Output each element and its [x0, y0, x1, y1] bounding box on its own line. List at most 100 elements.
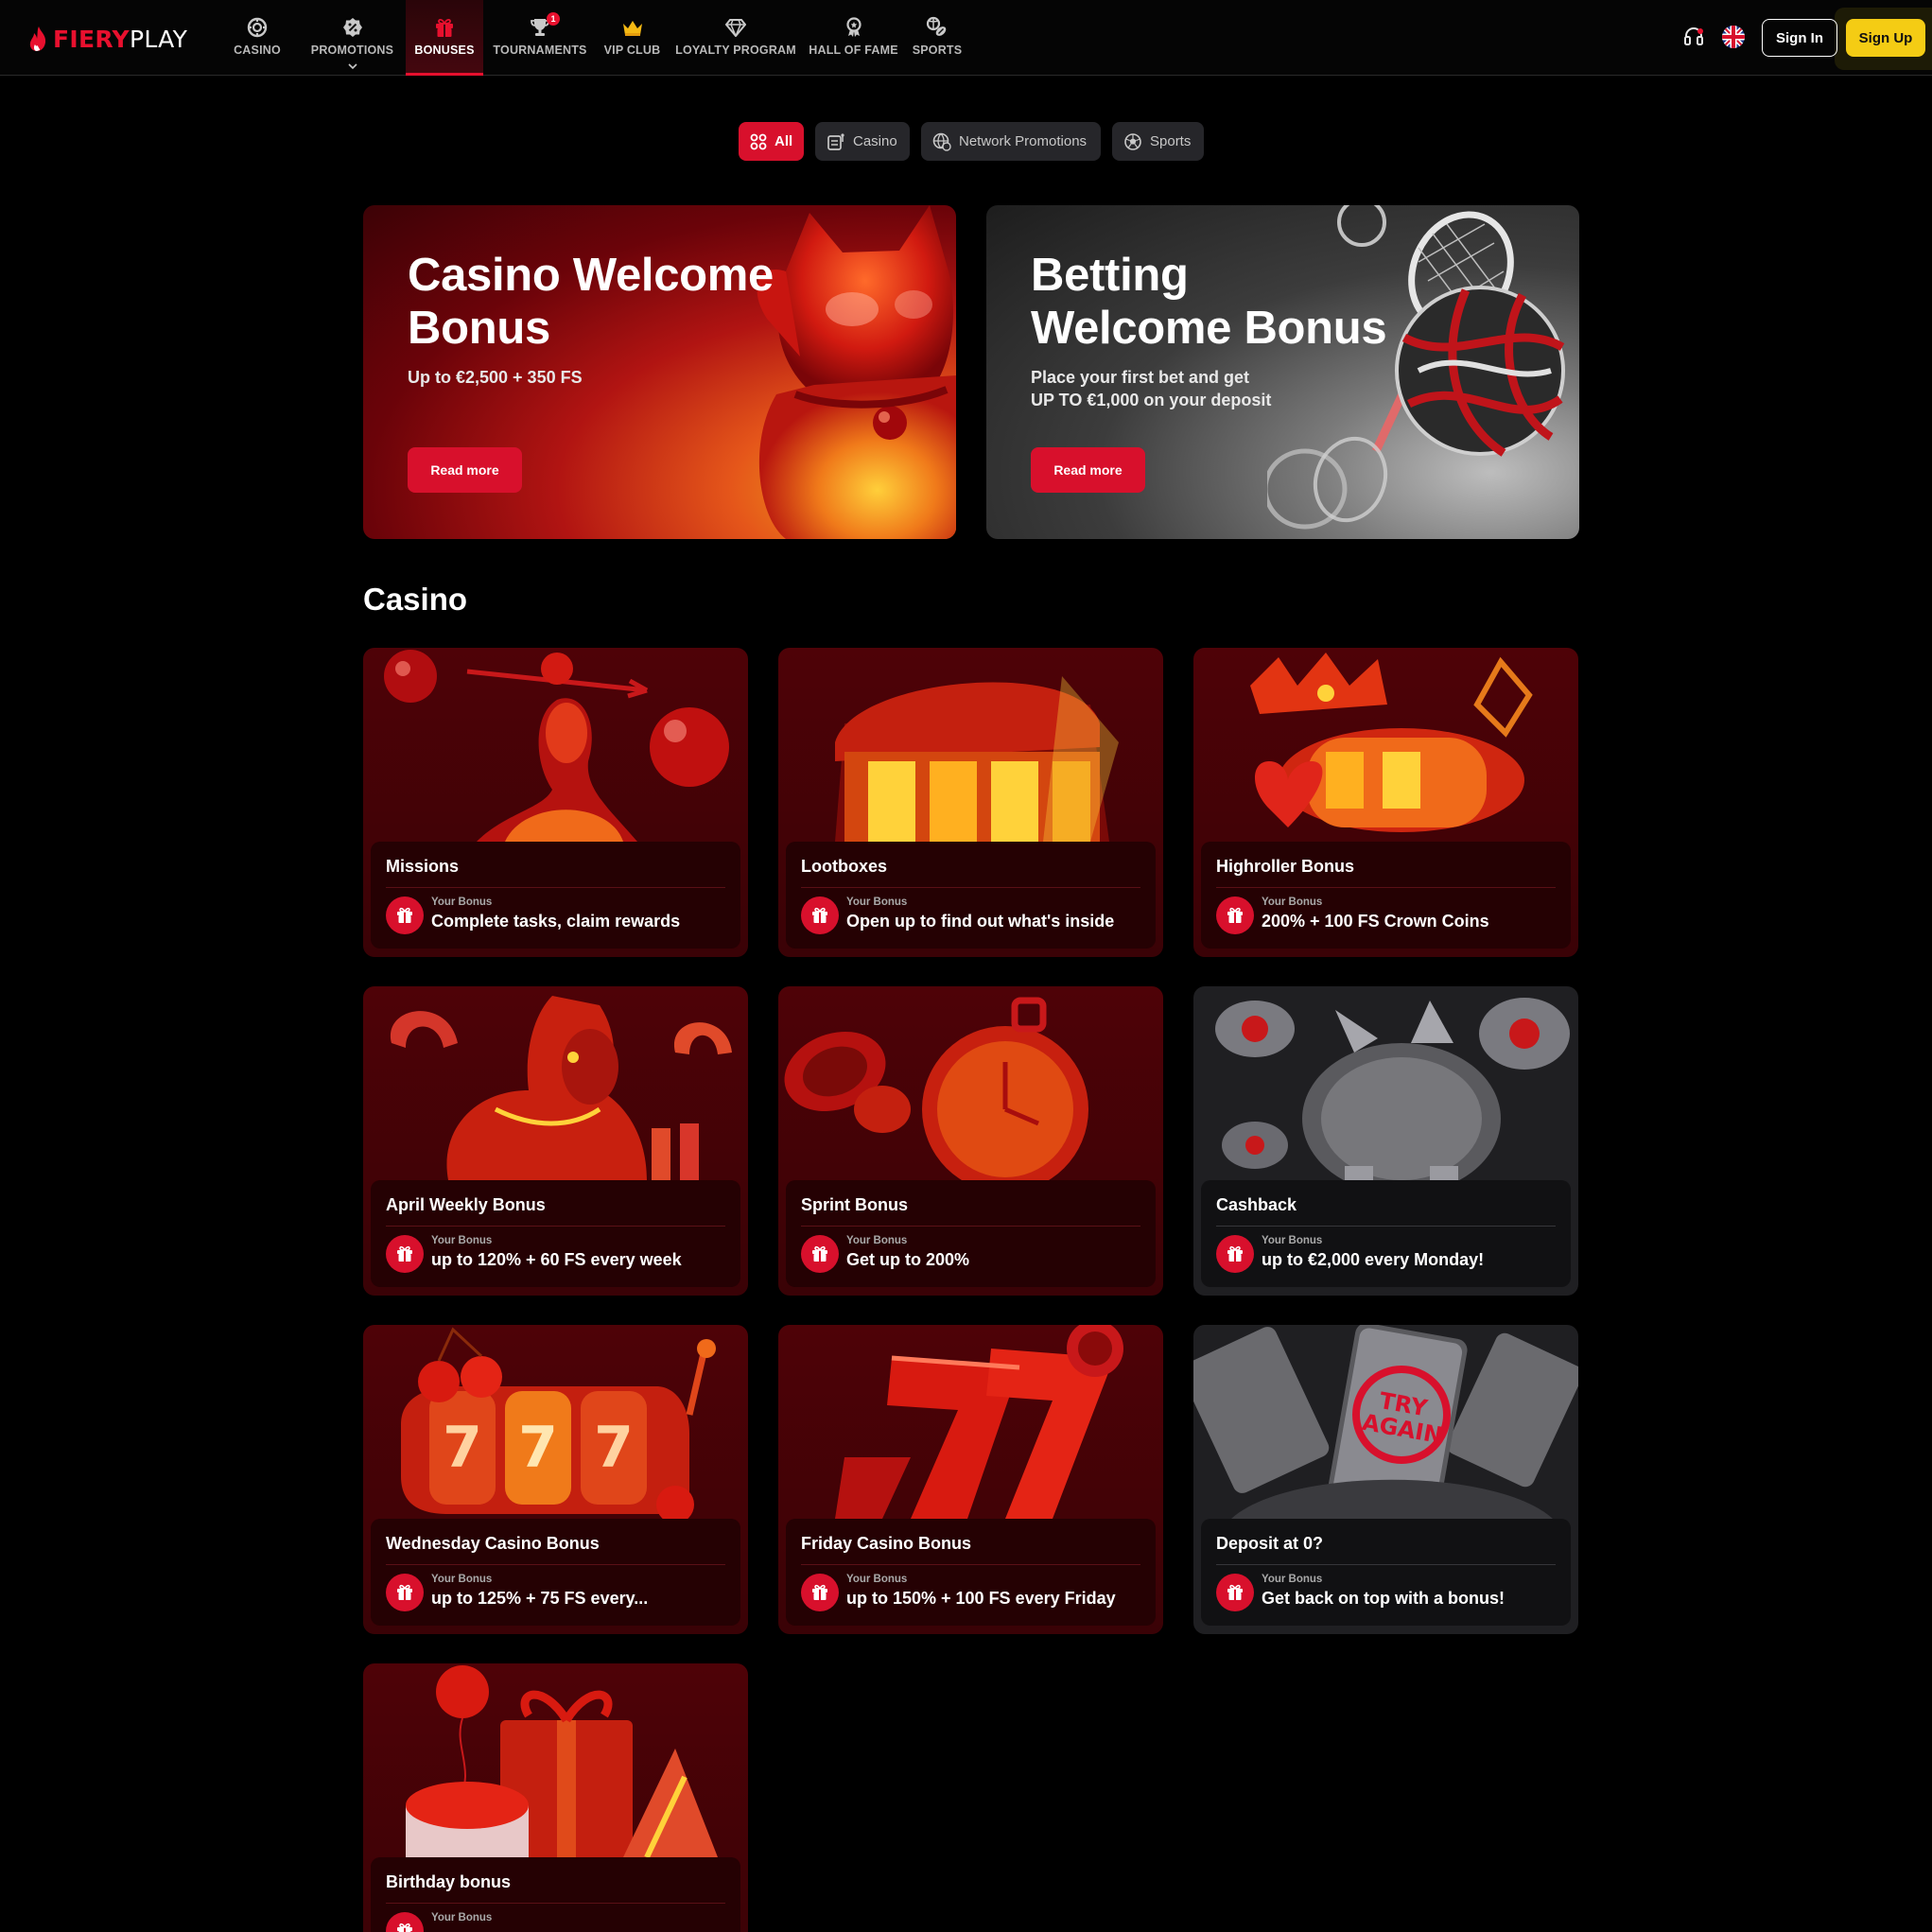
- hero-subtitle-line: Place your first bet and get: [1031, 368, 1250, 387]
- bonus-illustration: [784, 997, 1088, 1180]
- nav-hall-of-fame[interactable]: HALL OF FAME: [804, 0, 903, 76]
- gift-icon: [801, 1235, 839, 1273]
- language-selector[interactable]: [1722, 26, 1745, 48]
- bonus-card[interactable]: Friday Casino Bonus Your Bonus up to 150% …: [778, 1325, 1163, 1634]
- nav-tournaments[interactable]: 1 TOURNAMENTS: [483, 0, 597, 76]
- read-more-button[interactable]: Read more: [1031, 447, 1145, 493]
- divider: [386, 887, 725, 888]
- bonus-card[interactable]: Sprint Bonus Your Bonus Get up to 200%: [778, 986, 1163, 1296]
- filter-tab-casino[interactable]: Casino: [815, 122, 910, 161]
- gift-icon: [1216, 1574, 1254, 1611]
- bonus-card-label: Your Bonus: [1262, 1574, 1323, 1585]
- casino-welcome-banner[interactable]: Casino Welcome Bonus Up to €2,500 + 350 …: [363, 205, 956, 539]
- bonus-card[interactable]: April Weekly Bonus Your Bonus up to 120% +…: [363, 986, 748, 1296]
- bonus-card-info: Missions Your Bonus Complete tasks, claim …: [371, 842, 740, 949]
- main-nav: CASINO PROMOTIONS BONUSES 1 TOURNAMENTS: [216, 0, 971, 76]
- bonus-illustration: [384, 650, 729, 842]
- bonus-card-info: Birthday bonus Your Bonus: [371, 1857, 740, 1932]
- bonus-card-title: April Weekly Bonus: [386, 1195, 546, 1214]
- nav-promotions[interactable]: PROMOTIONS: [299, 0, 406, 76]
- divider: [1216, 1564, 1556, 1565]
- nav-label: VIP CLUB: [603, 44, 661, 57]
- divider: [1216, 1226, 1556, 1227]
- top-header: FIERYPLAY CASINO PROMOTIONS BONUSES 1 TO…: [0, 0, 1932, 76]
- bonus-card[interactable]: Lootboxes Your Bonus Open up to find out w…: [778, 648, 1163, 957]
- bonus-card[interactable]: Highroller Bonus Your Bonus 200% + 100 FS …: [1193, 648, 1578, 957]
- bonus-card-info: Cashback Your Bonus up to €2,000 every Mon…: [1201, 1180, 1571, 1287]
- nav-label: BONUSES: [414, 44, 475, 57]
- chevron-down-icon: [347, 63, 357, 70]
- network-icon: [932, 132, 951, 151]
- bonus-card[interactable]: Cashback Your Bonus up to €2,000 every Mon…: [1193, 986, 1578, 1296]
- bonus-card-info: Wednesday Casino Bonus Your Bonus up to 12…: [371, 1519, 740, 1626]
- bonus-card-label: Your Bonus: [1262, 896, 1323, 908]
- divider: [801, 887, 1140, 888]
- bonus-card-info: Lootboxes Your Bonus Open up to find out w…: [786, 842, 1156, 949]
- read-more-button[interactable]: Read more: [408, 447, 522, 493]
- bonus-illustration: 777: [401, 1327, 716, 1519]
- nav-bonuses[interactable]: BONUSES: [406, 0, 483, 76]
- brand-name-play: PLAY: [129, 25, 188, 53]
- nav-vip-club[interactable]: VIP CLUB: [597, 0, 668, 76]
- bonus-card-label: Your Bonus: [431, 896, 493, 908]
- bonus-card-value: up to €2,000 every Monday!: [1262, 1250, 1485, 1269]
- bonus-card-value: Get up to 200%: [846, 1250, 970, 1269]
- hero-title: Betting Welcome Bonus: [1031, 249, 1387, 355]
- bonus-filter-tabs: All Casino Network Promotions Sports: [739, 122, 1204, 161]
- nav-label: LOYALTY PROGRAM: [675, 44, 796, 57]
- bonus-card-title: Lootboxes: [801, 857, 888, 876]
- bonus-card[interactable]: TRY AGAIN Deposit at 0? Your Bonus Get back …: [1193, 1325, 1578, 1634]
- brand-name-fiery: FIERY: [53, 25, 130, 53]
- nav-sports[interactable]: SPORTS: [903, 0, 971, 76]
- sign-up-button[interactable]: Sign Up: [1846, 19, 1925, 57]
- bonus-card-info: Friday Casino Bonus Your Bonus up to 150% …: [786, 1519, 1156, 1626]
- medal-icon: [843, 16, 865, 39]
- bonus-illustration: [835, 676, 1119, 842]
- bonus-card-label: Your Bonus: [846, 896, 908, 908]
- svg-text:7: 7: [443, 1415, 482, 1481]
- bonus-card[interactable]: 7 7 7 Wednesday Casino Bonus Your Bonus up to…: [363, 1325, 748, 1634]
- filter-tab-sports[interactable]: Sports: [1112, 122, 1204, 161]
- gift-icon: [801, 896, 839, 934]
- filter-label: Sports: [1150, 133, 1192, 149]
- filter-tab-all[interactable]: All: [739, 122, 804, 161]
- nav-label: CASINO: [234, 44, 281, 57]
- support-button[interactable]: [1681, 25, 1706, 49]
- svg-text:7: 7: [594, 1415, 634, 1481]
- gift-icon: [386, 1912, 424, 1932]
- sports-ball-icon: [926, 16, 949, 39]
- filter-label: Casino: [853, 133, 897, 149]
- betting-welcome-banner[interactable]: Betting Welcome Bonus Place your first b…: [986, 205, 1579, 539]
- bonus-card-info: Highroller Bonus Your Bonus 200% + 100 FS …: [1201, 842, 1571, 949]
- bonus-card[interactable]: Birthday bonus Your Bonus: [363, 1663, 748, 1932]
- bonus-illustration: [406, 1665, 718, 1857]
- bonus-card[interactable]: Missions Your Bonus Complete tasks, claim …: [363, 648, 748, 957]
- notification-badge: 1: [547, 12, 560, 26]
- hero-title-line: Welcome Bonus: [1031, 303, 1387, 354]
- gift-icon: [801, 1574, 839, 1611]
- nav-casino[interactable]: CASINO: [216, 0, 299, 76]
- bonus-card-info: Sprint Bonus Your Bonus Get up to 200%: [786, 1180, 1156, 1287]
- fieryplay-logo[interactable]: FIERYPLAY: [28, 25, 187, 53]
- bonus-illustration: [1215, 998, 1570, 1180]
- hero-subtitle: Up to €2,500 + 350 FS: [408, 368, 583, 387]
- headset-icon: [1684, 27, 1703, 45]
- nav-label: TOURNAMENTS: [493, 44, 587, 57]
- bonus-card-label: Your Bonus: [431, 1574, 493, 1585]
- hero-subtitle: Place your first bet and get UP TO €1,00…: [1031, 366, 1271, 411]
- nav-loyalty-program[interactable]: LOYALTY PROGRAM: [668, 0, 804, 76]
- bonus-card-title: Sprint Bonus: [801, 1195, 908, 1214]
- bonus-card-info: April Weekly Bonus Your Bonus up to 120% +…: [371, 1180, 740, 1287]
- filter-tab-network-promotions[interactable]: Network Promotions: [921, 122, 1101, 161]
- divider: [386, 1564, 725, 1565]
- bonus-card-info: Deposit at 0? Your Bonus Get back on top w…: [1201, 1519, 1571, 1626]
- gift-icon: [386, 896, 424, 934]
- bonus-card-value: up to 120% + 60 FS every week: [431, 1250, 682, 1269]
- sign-in-button[interactable]: Sign In: [1762, 19, 1837, 57]
- bonus-card-label: Your Bonus: [1262, 1235, 1323, 1246]
- bonus-card-label: Your Bonus: [431, 1912, 493, 1923]
- flame-icon: [29, 26, 46, 51]
- bonus-card-value: 200% + 100 FS Crown Coins: [1262, 912, 1489, 931]
- divider: [386, 1903, 725, 1904]
- bonus-card-label: Your Bonus: [846, 1235, 908, 1246]
